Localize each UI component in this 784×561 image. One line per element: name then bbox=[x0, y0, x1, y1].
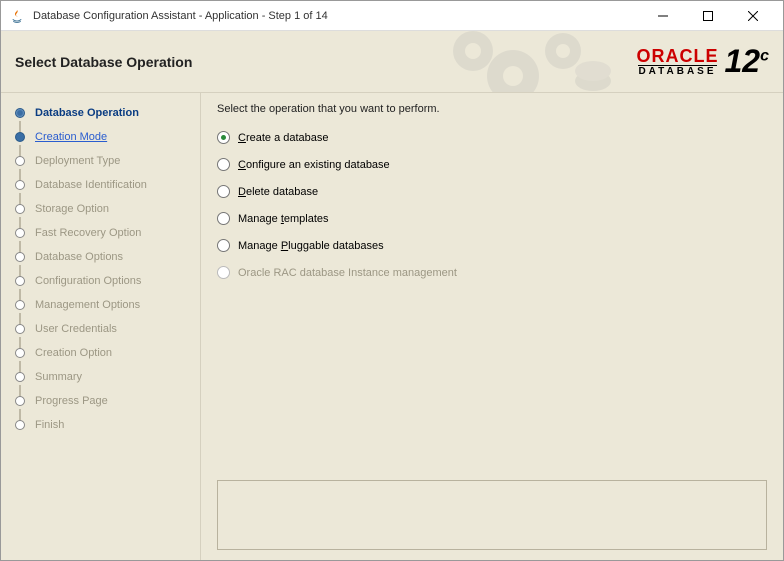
wizard-steps: Database Operation Creation Mode Deploymen… bbox=[5, 101, 196, 437]
gears-decoration bbox=[443, 31, 623, 93]
operation-option-3[interactable]: Manage templates bbox=[217, 212, 767, 225]
step-label: Finish bbox=[35, 419, 64, 431]
step-label: Creation Option bbox=[35, 347, 112, 359]
step-label: Storage Option bbox=[35, 203, 109, 215]
wizard-step-6: Database Options bbox=[5, 245, 196, 269]
option-label: Delete database bbox=[238, 186, 318, 198]
window: Database Configuration Assistant - Appli… bbox=[0, 0, 784, 561]
radio-icon bbox=[217, 185, 230, 198]
radio-icon bbox=[217, 131, 230, 144]
step-dot-icon bbox=[15, 108, 25, 118]
wizard-step-7: Configuration Options bbox=[5, 269, 196, 293]
wizard-sidebar: Database Operation Creation Mode Deploymen… bbox=[1, 93, 201, 560]
option-label: Manage templates bbox=[238, 213, 329, 225]
step-label: Database Options bbox=[35, 251, 123, 263]
step-label: Database Identification bbox=[35, 179, 147, 191]
wizard-step-9: User Credentials bbox=[5, 317, 196, 341]
radio-icon bbox=[217, 212, 230, 225]
step-dot-icon bbox=[15, 180, 25, 190]
step-dot-icon bbox=[15, 276, 25, 286]
option-label: Configure an existing database bbox=[238, 159, 390, 171]
status-box bbox=[217, 480, 767, 550]
wizard-step-12: Progress Page bbox=[5, 389, 196, 413]
step-dot-icon bbox=[15, 372, 25, 382]
option-label: Create a database bbox=[238, 132, 329, 144]
step-label: Deployment Type bbox=[35, 155, 120, 167]
brand-logo: ORACLE DATABASE 12c bbox=[637, 43, 770, 80]
wizard-step-4: Storage Option bbox=[5, 197, 196, 221]
radio-icon bbox=[217, 266, 230, 279]
step-label: Management Options bbox=[35, 299, 140, 311]
step-dot-icon bbox=[15, 132, 25, 142]
step-dot-icon bbox=[15, 348, 25, 358]
window-title: Database Configuration Assistant - Appli… bbox=[33, 10, 640, 22]
minimize-button[interactable] bbox=[640, 2, 685, 30]
option-label: Manage Pluggable databases bbox=[238, 240, 384, 252]
step-label: Summary bbox=[35, 371, 82, 383]
wizard-step-8: Management Options bbox=[5, 293, 196, 317]
option-label: Oracle RAC database Instance management bbox=[238, 267, 457, 279]
wizard-step-3: Database Identification bbox=[5, 173, 196, 197]
brand-version: 12c bbox=[725, 43, 770, 80]
step-label: Database Operation bbox=[35, 107, 139, 119]
wizard-step-2: Deployment Type bbox=[5, 149, 196, 173]
wizard-step-11: Summary bbox=[5, 365, 196, 389]
operation-option-5: Oracle RAC database Instance management bbox=[217, 266, 767, 279]
wizard-step-5: Fast Recovery Option bbox=[5, 221, 196, 245]
step-dot-icon bbox=[15, 252, 25, 262]
step-dot-icon bbox=[15, 228, 25, 238]
step-label: User Credentials bbox=[35, 323, 117, 335]
radio-icon bbox=[217, 239, 230, 252]
java-icon bbox=[9, 8, 25, 24]
maximize-button[interactable] bbox=[685, 2, 730, 30]
step-dot-icon bbox=[15, 396, 25, 406]
wizard-step-0: Database Operation bbox=[5, 101, 196, 125]
step-label[interactable]: Creation Mode bbox=[35, 131, 107, 143]
operation-options: Create a database Configure an existing d… bbox=[217, 131, 767, 279]
operation-option-2[interactable]: Delete database bbox=[217, 185, 767, 198]
brand-oracle-text: ORACLE bbox=[637, 47, 719, 65]
brand-database-text: DATABASE bbox=[638, 65, 716, 77]
titlebar: Database Configuration Assistant - Appli… bbox=[1, 1, 783, 31]
header: Select Database Operation ORACLE DATABAS… bbox=[1, 31, 783, 93]
step-dot-icon bbox=[15, 324, 25, 334]
operation-option-4[interactable]: Manage Pluggable databases bbox=[217, 239, 767, 252]
step-dot-icon bbox=[15, 420, 25, 430]
operation-option-1[interactable]: Configure an existing database bbox=[217, 158, 767, 171]
instruction-text: Select the operation that you want to pe… bbox=[217, 103, 767, 115]
wizard-step-10: Creation Option bbox=[5, 341, 196, 365]
operation-option-0[interactable]: Create a database bbox=[217, 131, 767, 144]
step-label: Fast Recovery Option bbox=[35, 227, 141, 239]
step-label: Configuration Options bbox=[35, 275, 141, 287]
page-title: Select Database Operation bbox=[15, 54, 192, 70]
step-dot-icon bbox=[15, 156, 25, 166]
step-label: Progress Page bbox=[35, 395, 108, 407]
step-dot-icon bbox=[15, 300, 25, 310]
step-dot-icon bbox=[15, 204, 25, 214]
radio-icon bbox=[217, 158, 230, 171]
content-body: Database Operation Creation Mode Deploymen… bbox=[1, 93, 783, 560]
window-controls bbox=[640, 2, 775, 30]
close-button[interactable] bbox=[730, 2, 775, 30]
wizard-step-13: Finish bbox=[5, 413, 196, 437]
main-panel: Select the operation that you want to pe… bbox=[201, 93, 783, 560]
wizard-step-1[interactable]: Creation Mode bbox=[5, 125, 196, 149]
